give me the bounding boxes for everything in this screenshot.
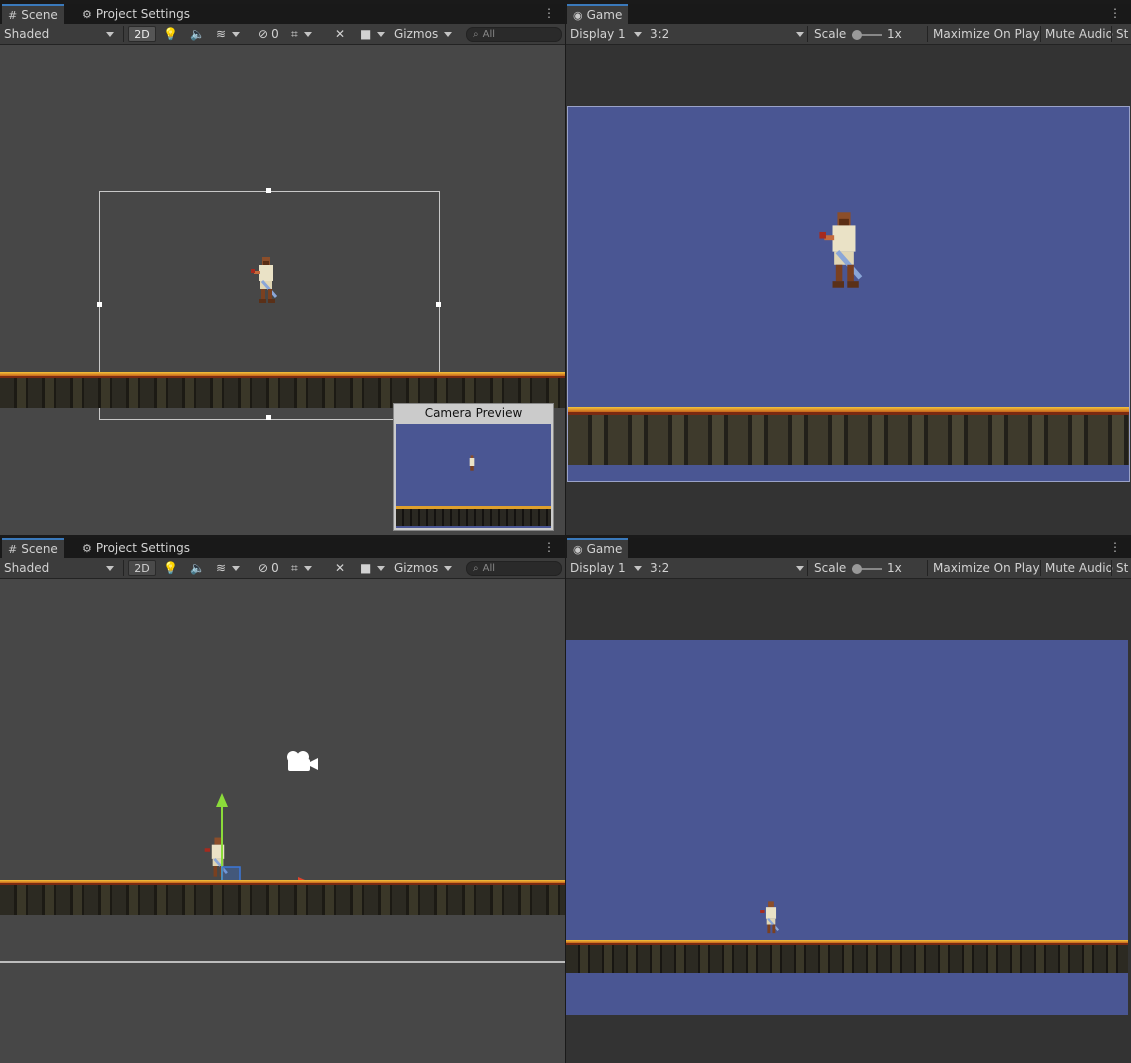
game-render	[567, 106, 1130, 482]
tab-game[interactable]: ◉ Game	[567, 538, 629, 558]
tab-game[interactable]: ◉ Game	[567, 4, 629, 24]
scale-slider[interactable]	[852, 564, 882, 574]
scale-slider[interactable]	[852, 30, 882, 40]
2d-mode-toggle[interactable]: 2D	[128, 560, 156, 576]
tab-project-settings[interactable]: ⚙ Project Settings	[76, 538, 196, 558]
search-input[interactable]: ⌕ All	[466, 561, 562, 576]
camera-preview-image	[396, 424, 551, 528]
gizmos-dropdown[interactable]: Gizmos	[394, 26, 452, 42]
scale-slider-thumb[interactable]	[852, 30, 862, 40]
mute-audio-toggle[interactable]: Mute Audio	[1045, 560, 1113, 576]
audio-toggle-icon[interactable]: 🔈	[190, 560, 205, 576]
camera-preview-title: Camera Preview	[424, 406, 523, 420]
scene-viewport[interactable]: Camera Preview	[0, 45, 565, 535]
scene-toolbar: Shaded 2D 💡 🔈 ≋ ⊘ 0 ⌗ ✕ ■ Gizmos ⌕ All	[0, 558, 565, 579]
player-sprite-preview	[469, 455, 475, 471]
scale-value: 1x	[887, 561, 902, 575]
panel-menu-icon[interactable]: ⋮	[1109, 6, 1121, 20]
shading-mode-dropdown[interactable]: Shaded	[4, 26, 114, 42]
stats-toggle[interactable]: St	[1116, 560, 1128, 576]
gear-icon: ⚙	[82, 541, 92, 555]
game-viewport[interactable]	[566, 45, 1131, 535]
tab-scene[interactable]: # Scene	[2, 538, 64, 558]
aspect-dropdown[interactable]: 3:2	[650, 560, 804, 576]
hidden-objects-toggle[interactable]: ⊘ 0	[258, 26, 279, 42]
ground-tiles	[568, 407, 1129, 465]
game-viewport[interactable]	[566, 579, 1131, 1063]
eye-slash-icon: ⊘	[258, 561, 269, 575]
camera-settings-icon[interactable]: ■	[360, 26, 385, 42]
display-dropdown[interactable]: Display 1	[570, 560, 642, 576]
lighting-toggle-icon[interactable]: 💡	[163, 560, 178, 576]
grid-toggle-icon[interactable]: ⌗	[291, 560, 312, 576]
search-icon: ⌕	[473, 29, 479, 40]
ground-tiles	[566, 940, 1128, 973]
gizmos-dropdown[interactable]: Gizmos	[394, 560, 452, 576]
panel-menu-icon[interactable]: ⋮	[543, 6, 555, 20]
gamepad-icon: ◉	[573, 8, 583, 22]
tools-icon[interactable]: ✕	[335, 26, 345, 42]
scale-label: Scale	[814, 27, 847, 41]
frame-handle[interactable]	[436, 302, 441, 307]
game-toolbar: Display 1 3:2 Scale 1x Maximize On Play …	[566, 558, 1131, 579]
panel-menu-icon[interactable]: ⋮	[543, 540, 555, 554]
camera-gizmo-icon[interactable]	[284, 749, 320, 773]
player-sprite[interactable]	[248, 255, 284, 305]
audio-toggle-icon[interactable]: 🔈	[190, 26, 205, 42]
frame-handle[interactable]	[97, 302, 102, 307]
game-render	[566, 640, 1128, 1015]
scene-panel-bottom: # Scene ⚙ Project Settings ⋮ Shaded 2D 💡 🔈…	[0, 538, 565, 1063]
ground-tiles	[0, 880, 565, 915]
effects-toggle-icon[interactable]: ≋	[216, 560, 240, 576]
move-tool-gizmo[interactable]	[214, 791, 324, 891]
scale-label: Scale	[814, 561, 847, 575]
tab-project-settings[interactable]: ⚙ Project Settings	[76, 4, 196, 24]
stats-toggle[interactable]: St	[1116, 26, 1128, 42]
player-sprite	[819, 212, 863, 288]
mute-audio-toggle[interactable]: Mute Audio	[1045, 26, 1113, 42]
2d-mode-toggle[interactable]: 2D	[128, 26, 156, 42]
tab-bar: ◉ Game ⋮	[566, 4, 1131, 24]
grid-icon: #	[8, 8, 18, 22]
game-toolbar: Display 1 3:2 Scale 1x Maximize On Play …	[566, 24, 1131, 45]
game-panel-bottom: ◉ Game ⋮ Display 1 3:2 Scale 1x Maximize …	[566, 538, 1131, 1063]
gamepad-icon: ◉	[573, 542, 583, 556]
hidden-objects-toggle[interactable]: ⊘ 0	[258, 560, 279, 576]
tools-icon[interactable]: ✕	[335, 560, 345, 576]
tab-bar: ◉ Game ⋮	[566, 538, 1131, 558]
eye-slash-icon: ⊘	[258, 27, 269, 41]
frame-handle[interactable]	[266, 188, 271, 193]
scene-panel-top: # Scene ⚙ Project Settings ⋮ Shaded 2D 💡 🔈…	[0, 4, 565, 535]
game-panel-top: ◉ Game ⋮ Display 1 3:2 Scale 1x Maximize …	[566, 4, 1131, 535]
tab-scene[interactable]: # Scene	[2, 4, 64, 24]
search-input[interactable]: ⌕ All	[466, 27, 562, 42]
search-icon: ⌕	[473, 563, 479, 574]
camera-preview-window: Camera Preview	[393, 403, 554, 531]
camera-settings-icon[interactable]: ■	[360, 560, 385, 576]
panel-menu-icon[interactable]: ⋮	[1109, 540, 1121, 554]
scene-viewport[interactable]	[0, 579, 565, 1063]
lighting-toggle-icon[interactable]: 💡	[163, 26, 178, 42]
display-dropdown[interactable]: Display 1	[570, 26, 642, 42]
scale-slider-thumb[interactable]	[852, 564, 862, 574]
frame-handle[interactable]	[266, 415, 271, 420]
gear-icon: ⚙	[82, 7, 92, 21]
scene-toolbar: Shaded 2D 💡 🔈 ≋ ⊘ 0 ⌗ ✕ ■ Gizmos ⌕ All	[0, 24, 565, 45]
effects-toggle-icon[interactable]: ≋	[216, 26, 240, 42]
maximize-on-play-toggle[interactable]: Maximize On Play	[933, 26, 1040, 42]
aspect-dropdown[interactable]: 3:2	[650, 26, 804, 42]
grid-toggle-icon[interactable]: ⌗	[291, 26, 312, 42]
maximize-on-play-toggle[interactable]: Maximize On Play	[933, 560, 1040, 576]
player-sprite	[760, 901, 780, 934]
camera-bounds-line	[0, 961, 565, 963]
scale-value: 1x	[887, 27, 902, 41]
tab-bar: # Scene ⚙ Project Settings ⋮	[0, 4, 565, 24]
shading-mode-dropdown[interactable]: Shaded	[4, 560, 114, 576]
tab-bar: # Scene ⚙ Project Settings ⋮	[0, 538, 565, 558]
grid-icon: #	[8, 542, 18, 556]
